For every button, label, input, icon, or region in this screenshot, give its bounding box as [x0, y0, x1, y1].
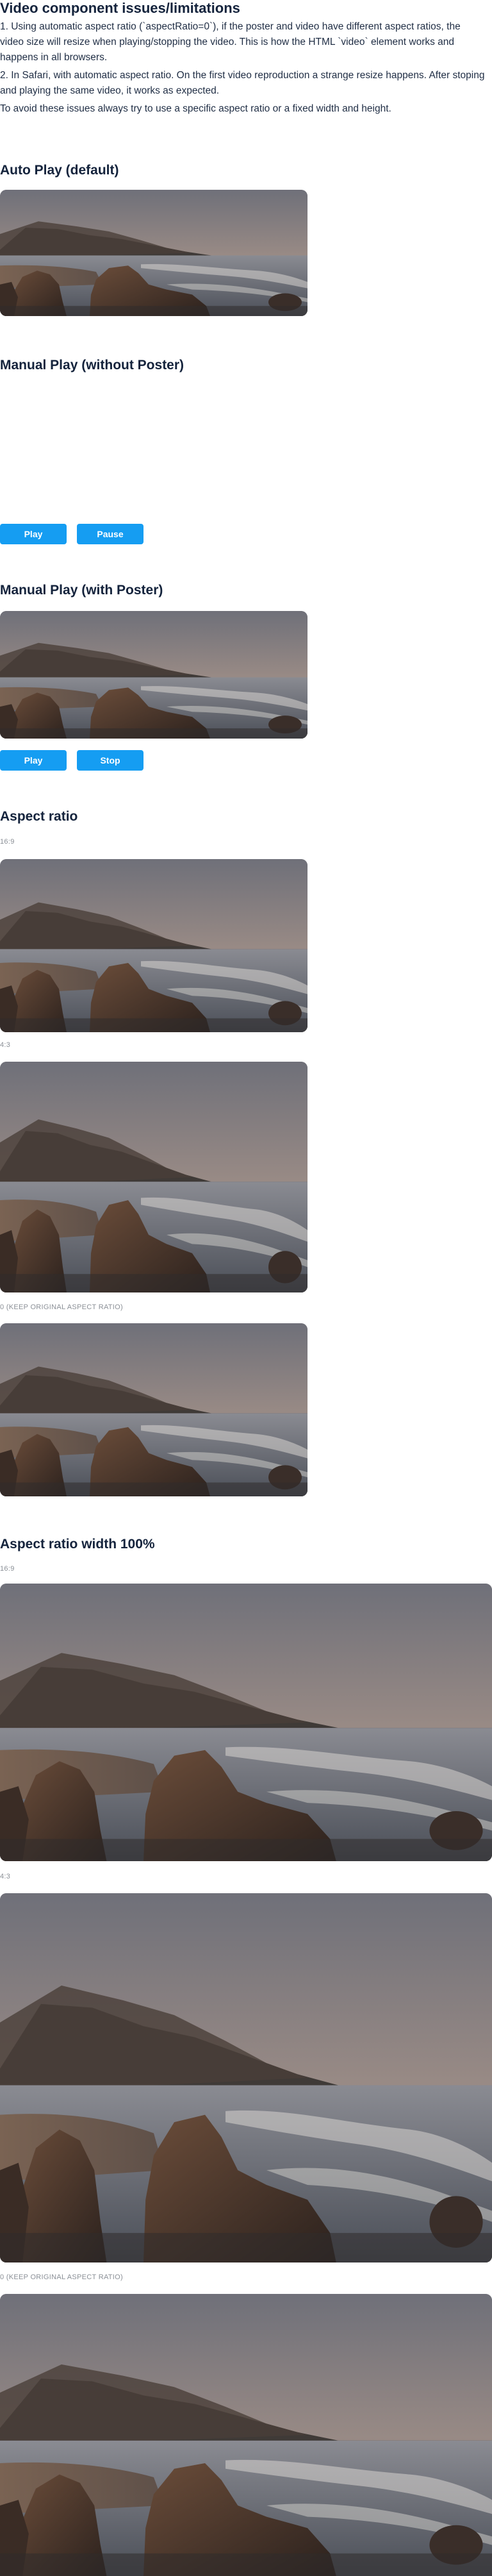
page: Video component issues/limitations 1. Us…: [0, 0, 492, 2576]
section-title-aspect-ratio: Aspect ratio: [0, 809, 78, 824]
video-poster-image: [0, 1584, 492, 1861]
caption-4-3: 4:3: [0, 1873, 11, 1880]
note-1: 1. Using automatic aspect ratio (`aspect…: [0, 21, 461, 63]
video-full-original[interactable]: [0, 2294, 492, 2576]
pause-button[interactable]: Pause: [77, 524, 144, 544]
play-button[interactable]: Play: [0, 750, 67, 771]
section-title-manual-no-poster: Manual Play (without Poster): [0, 358, 184, 372]
stop-button[interactable]: Stop: [77, 750, 144, 771]
caption-original-ratio: 0 (KEEP ORIGINAL ASPECT RATIO): [0, 2273, 123, 2281]
video-full-4-3[interactable]: [0, 1893, 492, 2262]
video-poster-image: [0, 1062, 308, 1292]
section-title-manual-poster: Manual Play (with Poster): [0, 583, 163, 598]
video-poster-image: [0, 611, 308, 739]
page-title: Video component issues/limitations: [0, 0, 240, 16]
video-poster-image: [0, 2294, 492, 2576]
video-manual-no-poster[interactable]: [0, 385, 308, 519]
section-title-auto-play: Auto Play (default): [0, 163, 119, 178]
play-button[interactable]: Play: [0, 524, 67, 544]
video-aspect-16-9[interactable]: [0, 859, 308, 1032]
caption-original-ratio: 0 (KEEP ORIGINAL ASPECT RATIO): [0, 1303, 123, 1311]
caption-16-9: 16:9: [0, 1565, 15, 1573]
video-poster-image: [0, 859, 308, 1032]
video-full-16-9[interactable]: [0, 1584, 492, 1861]
video-poster-image: [0, 1323, 308, 1496]
caption-16-9: 16:9: [0, 838, 15, 846]
note-2: 2. In Safari, with automatic aspect rati…: [0, 70, 485, 96]
video-auto-play[interactable]: [0, 190, 308, 316]
video-poster-image: [0, 190, 308, 316]
caption-4-3: 4:3: [0, 1041, 11, 1049]
video-poster-image: [0, 1893, 492, 2262]
note-3: To avoid these issues always try to use …: [0, 103, 391, 114]
section-title-aspect-ratio-full: Aspect ratio width 100%: [0, 1537, 155, 1551]
video-aspect-4-3[interactable]: [0, 1062, 308, 1292]
video-manual-poster[interactable]: [0, 611, 308, 739]
video-aspect-original[interactable]: [0, 1323, 308, 1496]
